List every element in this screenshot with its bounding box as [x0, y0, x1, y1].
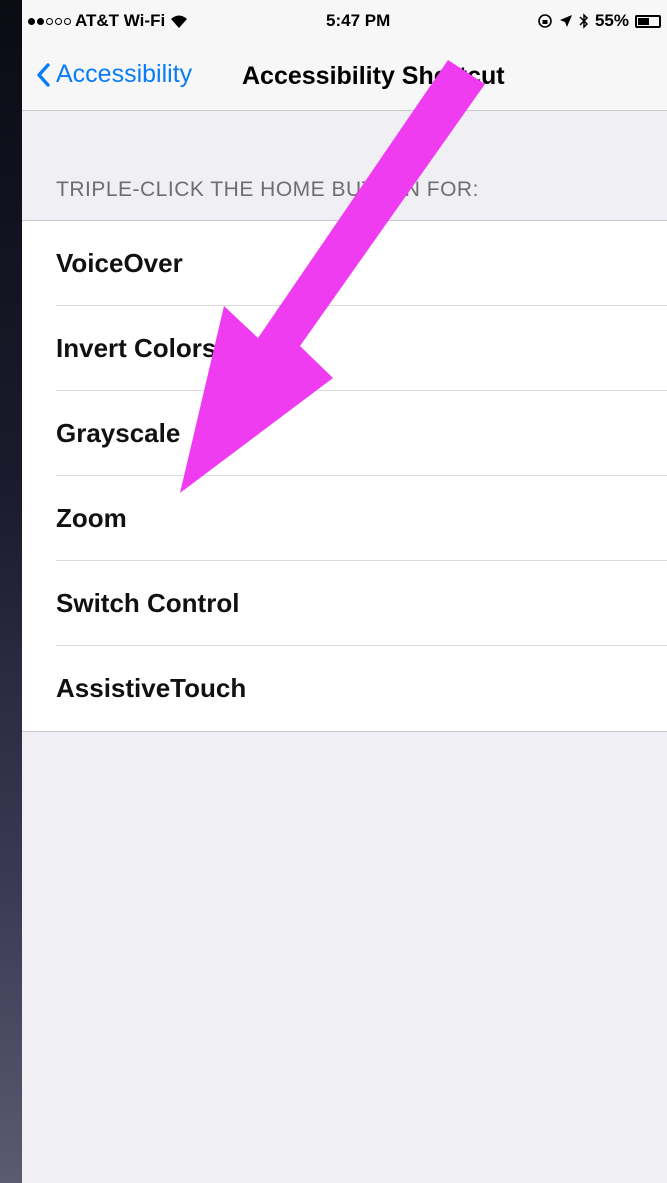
option-switch-control[interactable]: Switch Control: [22, 561, 667, 646]
status-time: 5:47 PM: [326, 11, 391, 30]
chevron-left-icon: [37, 62, 50, 87]
back-button-label: Accessibility: [56, 60, 193, 88]
option-label: Switch Control: [56, 588, 240, 618]
carrier-label: AT&T Wi-Fi: [75, 11, 166, 30]
back-button[interactable]: Accessibility: [36, 60, 192, 89]
wifi-icon: [171, 15, 188, 28]
option-label: Invert Colors: [56, 333, 217, 363]
device-bezel: [0, 0, 22, 1183]
battery-icon: [635, 14, 661, 28]
option-voiceover[interactable]: VoiceOver: [22, 221, 667, 306]
option-invert-colors[interactable]: Invert Colors: [22, 306, 667, 391]
option-grayscale[interactable]: Grayscale: [22, 391, 667, 476]
section-header: TRIPLE-CLICK THE HOME BUTTON FOR:: [22, 110, 667, 220]
option-assistivetouch[interactable]: AssistiveTouch: [22, 646, 667, 731]
battery-percent: 55%: [594, 11, 629, 30]
signal-dot: [55, 17, 62, 25]
signal-dot: [28, 17, 35, 25]
signal-strength-icon: [28, 17, 71, 25]
option-zoom[interactable]: Zoom: [22, 476, 667, 561]
battery-fill: [638, 17, 649, 25]
status-left: AT&T Wi-Fi: [28, 11, 189, 31]
section-header-label: TRIPLE-CLICK THE HOME BUTTON FOR:: [56, 178, 479, 201]
lock-rotation-icon: [538, 14, 552, 28]
option-label: Zoom: [56, 503, 127, 533]
option-label: AssistiveTouch: [56, 673, 247, 703]
status-right: 55%: [537, 11, 661, 31]
signal-dot: [46, 17, 53, 25]
page-title: Accessibility Shortcut: [242, 62, 505, 90]
shortcut-options-list: VoiceOver Invert Colors Grayscale Zoom S…: [22, 220, 667, 732]
option-label: VoiceOver: [56, 248, 183, 278]
bluetooth-icon: [579, 13, 589, 29]
navigation-bar: Accessibility Accessibility Shortcut: [22, 40, 667, 111]
signal-dot: [64, 17, 71, 25]
phone-screen: AT&T Wi-Fi 5:47 PM 55% Accessibility Acc…: [22, 0, 667, 1183]
location-icon: [559, 15, 572, 27]
option-label: Grayscale: [56, 418, 181, 448]
status-bar: AT&T Wi-Fi 5:47 PM 55%: [22, 0, 667, 40]
signal-dot: [37, 17, 44, 25]
